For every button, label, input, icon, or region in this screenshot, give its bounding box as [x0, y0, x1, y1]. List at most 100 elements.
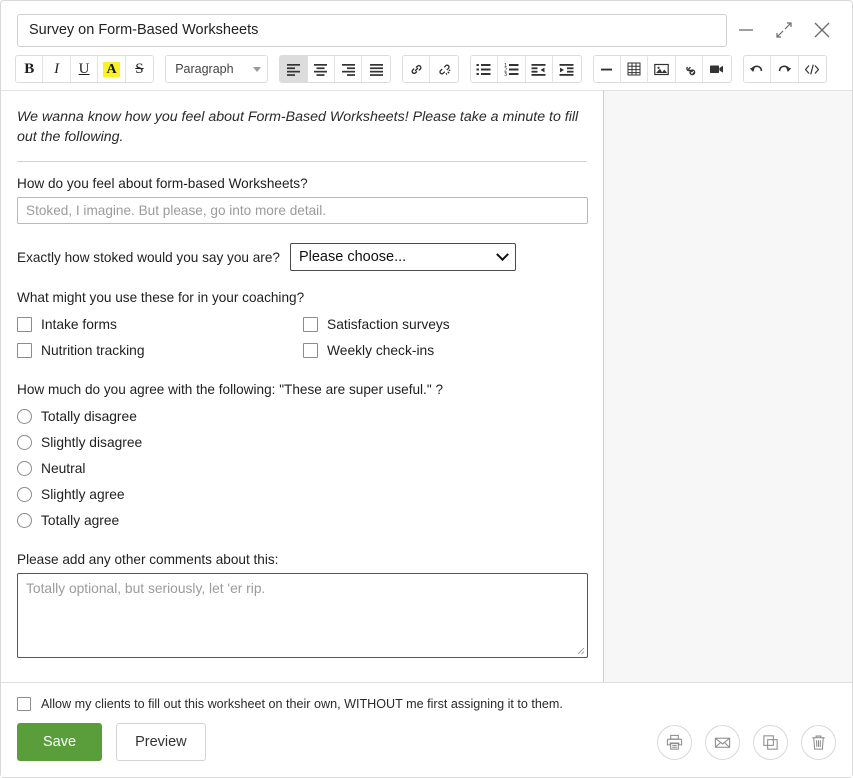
question-3-checkbox-group: Intake forms Satisfaction surveys Nutrit… [17, 311, 587, 363]
media-link-icon [685, 66, 695, 75]
radio-label: Slightly disagree [41, 434, 143, 450]
worksheet-title-input[interactable] [17, 13, 727, 47]
checkbox-option[interactable]: Satisfaction surveys [303, 311, 587, 337]
radio-option[interactable]: Neutral [17, 455, 587, 481]
toolbar-group-lists: 1 2 3 [469, 55, 582, 83]
radio-option[interactable]: Totally agree [17, 507, 587, 533]
numbered-list-button[interactable]: 1 2 3 [498, 56, 526, 82]
checkbox-icon[interactable] [17, 342, 32, 358]
trash-icon [812, 735, 825, 750]
allow-clients-label: Allow my clients to fill out this worksh… [41, 697, 563, 711]
chevron-down-icon [253, 66, 262, 72]
close-button[interactable] [803, 13, 841, 47]
insert-link-button[interactable] [402, 56, 431, 82]
question-1-text-input[interactable] [17, 197, 588, 224]
insert-image-button[interactable] [648, 56, 676, 82]
checkbox-icon[interactable] [303, 316, 318, 332]
remove-link-button[interactable] [430, 56, 458, 82]
radio-label: Totally agree [41, 512, 120, 528]
radio-icon[interactable] [17, 512, 32, 528]
checkbox-label: Weekly check-ins [327, 342, 435, 358]
bullet-list-button[interactable] [470, 56, 499, 82]
video-icon [710, 65, 724, 73]
insert-video-button[interactable] [703, 56, 731, 82]
paragraph-format-select[interactable]: Paragraph [166, 56, 268, 82]
checkbox-icon[interactable] [17, 697, 31, 711]
highlight-icon: A [103, 61, 120, 77]
link-icon [411, 64, 422, 74]
redo-icon [778, 65, 792, 72]
radio-option[interactable]: Slightly agree [17, 481, 587, 507]
print-icon [666, 734, 683, 750]
allow-clients-checkbox-row[interactable]: Allow my clients to fill out this worksh… [17, 697, 836, 711]
collapse-button[interactable] [765, 13, 803, 47]
toolbar-group-alignment [279, 55, 391, 83]
align-left-icon [286, 63, 300, 76]
indent-icon [559, 63, 574, 76]
question-2-label: Exactly how stoked would you say you are… [17, 249, 280, 265]
paragraph-format-label: Paragraph [175, 62, 234, 76]
outdent-button[interactable] [525, 56, 554, 82]
window-footer: Allow my clients to fill out this worksh… [1, 682, 852, 777]
radio-option[interactable]: Totally disagree [17, 403, 587, 429]
checkbox-option[interactable]: Intake forms [17, 311, 303, 337]
question-5-textarea[interactable] [17, 573, 588, 658]
underline-button[interactable]: U [70, 56, 99, 82]
print-button[interactable] [657, 724, 692, 760]
undo-icon [750, 65, 763, 72]
checkbox-option[interactable]: Nutrition tracking [17, 337, 303, 363]
delete-button[interactable] [801, 724, 836, 760]
highlight-color-button[interactable]: A [98, 56, 126, 82]
preview-button[interactable]: Preview [116, 723, 206, 761]
checkbox-label: Intake forms [41, 316, 117, 332]
align-center-icon [314, 63, 328, 76]
radio-icon[interactable] [17, 486, 32, 502]
toolbar-group-format: Paragraph [165, 55, 269, 83]
intro-divider [17, 161, 587, 162]
editor-toolbar: B I U A S Paragraph 1 2 3 [1, 49, 852, 91]
save-button[interactable]: Save [17, 723, 103, 761]
checkbox-option[interactable]: Weekly check-ins [303, 337, 587, 363]
question-1: How do you feel about form-based Workshe… [17, 176, 588, 224]
editor-body: We wanna know how you feel about Form-Ba… [1, 91, 852, 682]
align-center-button[interactable] [307, 56, 335, 82]
bold-icon: B [24, 60, 35, 77]
undo-button[interactable] [743, 56, 772, 82]
email-icon [714, 737, 731, 748]
redo-button[interactable] [771, 56, 799, 82]
source-code-button[interactable] [798, 56, 826, 82]
horizontal-rule-icon [601, 68, 613, 70]
minimize-button[interactable] [727, 13, 765, 47]
toolbar-group-history [742, 55, 827, 83]
radio-option[interactable]: Slightly disagree [17, 429, 587, 455]
radio-label: Slightly agree [41, 486, 125, 502]
email-button[interactable] [705, 724, 740, 760]
question-4-radio-group: Totally disagree Slightly disagree Neutr… [17, 403, 587, 533]
indent-button[interactable] [553, 56, 581, 82]
unlink-icon [438, 64, 451, 75]
duplicate-button[interactable] [753, 724, 788, 760]
question-2: Exactly how stoked would you say you are… [17, 243, 587, 271]
worksheet-form-canvas: We wanna know how you feel about Form-Ba… [1, 91, 604, 682]
strikethrough-button[interactable]: S [125, 56, 154, 82]
question-2-selected-value: Please choose... [298, 249, 407, 265]
radio-icon[interactable] [17, 460, 32, 476]
question-4-label: How much do you agree with the following… [17, 382, 443, 397]
bold-button[interactable]: B [16, 56, 44, 82]
checkbox-icon[interactable] [303, 342, 318, 358]
toolbar-group-text-style: B I U A S [15, 55, 155, 83]
insert-table-button[interactable] [620, 56, 649, 82]
align-left-button[interactable] [280, 56, 308, 82]
radio-icon[interactable] [17, 434, 32, 450]
checkbox-icon[interactable] [17, 316, 32, 332]
horizontal-rule-button[interactable] [593, 56, 621, 82]
radio-icon[interactable] [17, 408, 32, 424]
insert-media-button[interactable] [675, 56, 704, 82]
question-3-label: What might you use these for in your coa… [17, 290, 305, 305]
align-right-button[interactable] [335, 56, 363, 82]
italic-button[interactable]: I [43, 56, 71, 82]
question-5-label: Please add any other comments about this… [17, 552, 279, 567]
worksheet-editor-window: B I U A S Paragraph [0, 0, 853, 778]
question-2-select[interactable]: Please choose... [289, 243, 516, 271]
align-justify-button[interactable] [362, 56, 390, 82]
